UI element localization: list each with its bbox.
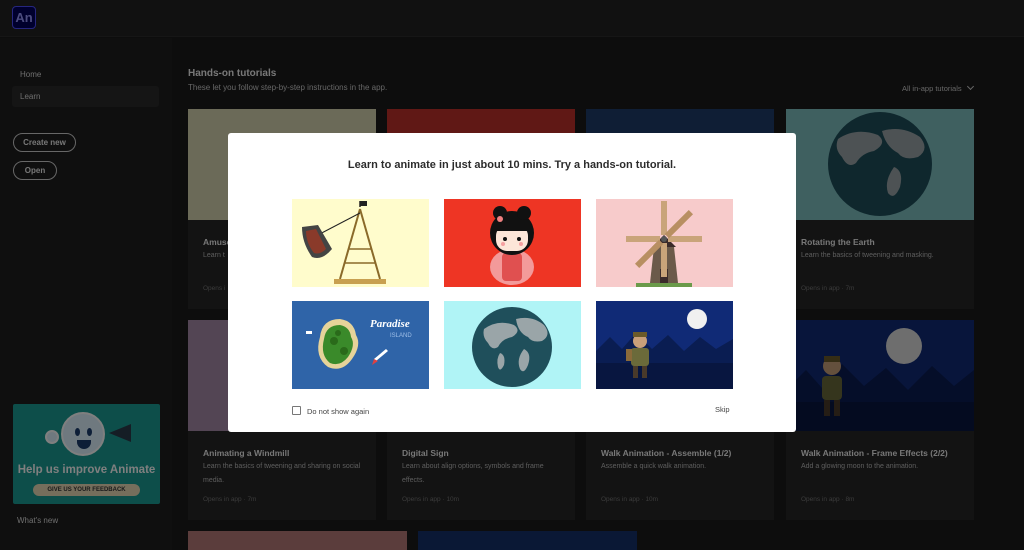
tutorial-tile-earth[interactable] xyxy=(444,301,581,389)
tutorial-dialog: Learn to animate in just about 10 mins. … xyxy=(228,133,796,432)
do-not-show-again-label[interactable]: Do not show again xyxy=(307,407,369,416)
tutorial-tile-windmill[interactable] xyxy=(596,199,733,287)
tutorial-tile-paradise-island[interactable]: Paradise ISLAND xyxy=(292,301,429,389)
tutorial-tile-walk-animation[interactable] xyxy=(596,301,733,389)
island-subtitle: ISLAND xyxy=(390,333,412,339)
skip-button[interactable]: Skip xyxy=(715,405,730,414)
paradise-title: Paradise xyxy=(370,318,410,330)
tutorial-tile-amusement-ride[interactable] xyxy=(292,199,429,287)
tutorial-tile-kokeshi-doll[interactable] xyxy=(444,199,581,287)
dialog-title: Learn to animate in just about 10 mins. … xyxy=(347,159,677,171)
do-not-show-again-checkbox[interactable] xyxy=(292,406,301,415)
